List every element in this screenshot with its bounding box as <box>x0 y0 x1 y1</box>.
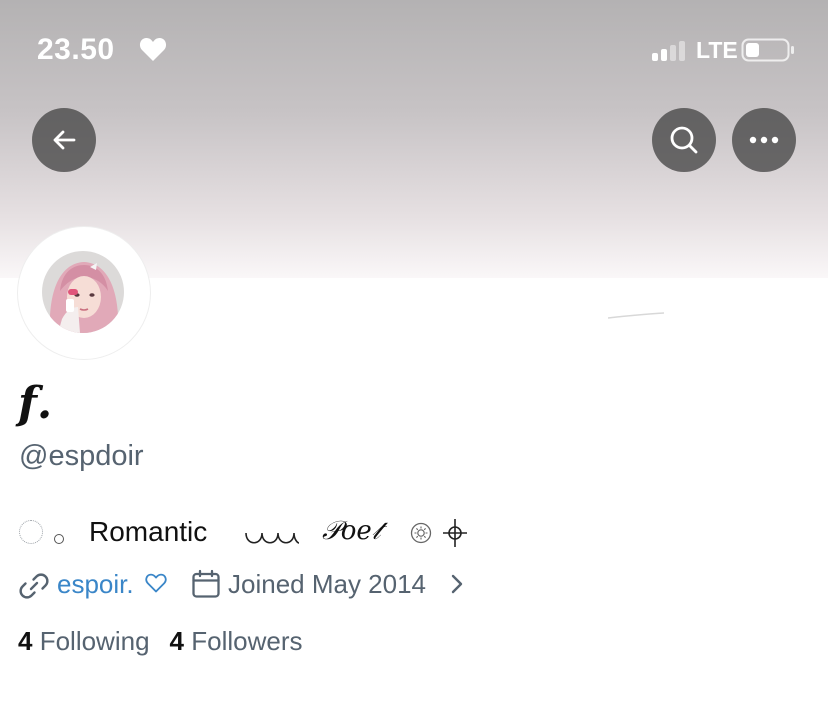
joined-date[interactable]: Joined May 2014 <box>228 569 426 600</box>
followers-label: Followers <box>191 626 303 656</box>
display-name: 𝒇. <box>18 378 53 429</box>
back-button[interactable] <box>32 108 96 172</box>
battery-icon <box>741 38 794 62</box>
dotted-circle-icon <box>19 520 43 544</box>
following-count: 4 <box>18 626 33 656</box>
heart-outline-icon <box>145 573 167 593</box>
profile-handle: @espdoir <box>19 440 144 472</box>
heart-icon <box>139 38 167 61</box>
calendar-icon <box>192 569 220 598</box>
status-bar: 23.50 LTE <box>0 0 828 100</box>
more-options-button[interactable] <box>732 108 796 172</box>
following-link[interactable]: 4 Following <box>18 626 150 656</box>
more-horizontal-icon <box>749 136 779 144</box>
small-circle-icon <box>54 534 64 544</box>
decorative-streak <box>608 312 664 319</box>
signal-strength-icon <box>652 39 690 61</box>
profile-meta: espoir. Joined May 2014 <box>18 566 518 602</box>
link-icon <box>19 573 49 599</box>
network-label: LTE <box>696 37 738 63</box>
profile-bio: Romantic 𝒫𝑜𝑒𝓉 <box>18 512 538 554</box>
sun-icon <box>410 522 432 544</box>
bio-word-romantic: Romantic <box>89 516 208 547</box>
followers-count: 4 <box>169 626 184 656</box>
arrow-left-icon <box>53 130 76 150</box>
avatar-photo <box>42 251 124 333</box>
search-button[interactable] <box>652 108 716 172</box>
status-time: 23.50 <box>37 33 115 66</box>
crosshair-icon <box>443 519 467 547</box>
follow-stats: 4 Following 4 Followers <box>18 626 302 657</box>
avatar[interactable] <box>42 251 124 333</box>
wave-icon <box>245 532 300 544</box>
following-label: Following <box>39 626 150 656</box>
bio-word-poet: 𝒫𝑜𝑒𝓉 <box>322 516 381 546</box>
avatar-frame[interactable] <box>17 226 151 360</box>
search-icon <box>670 126 698 154</box>
chevron-right-icon[interactable] <box>450 573 464 595</box>
website-link[interactable]: espoir. <box>57 569 134 600</box>
followers-link[interactable]: 4 Followers <box>170 626 303 656</box>
